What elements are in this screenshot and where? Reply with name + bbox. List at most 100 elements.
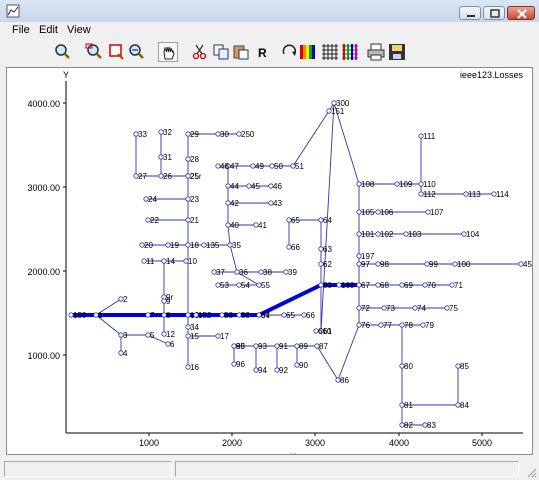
bus-label: 26 [163,172,172,181]
bus-label: 67 [361,281,370,290]
bus-label: 71 [454,281,463,290]
copy-button[interactable] [211,42,231,62]
title-bar [0,0,539,23]
bus-label: 66 [306,311,315,320]
bus-label: 17 [220,332,229,341]
x-tick-label: 3000 [305,438,325,448]
bus-label: 53 [220,281,229,290]
bus-label: 69 [404,281,413,290]
color-bars-icon [300,45,315,59]
bus-label: 14 [166,257,175,266]
bus-label: 63 [323,245,332,254]
maximize-button[interactable] [483,6,505,20]
color-bars-button[interactable] [298,42,318,62]
bus-label: 50 [274,162,283,171]
bus-label: 62 [323,260,332,269]
bus-label: 64 [323,216,332,225]
tick-marks [63,102,483,436]
bus-label: 109 [399,180,413,189]
bus-label: 6 [170,340,175,349]
bus-label: 107 [430,208,444,217]
feeder-line [292,110,330,167]
cut-icon [192,44,207,60]
bus-label: 93 [258,342,267,351]
y-tick-label: 4000.00 [27,99,60,109]
bus-label: 47 [230,162,239,171]
bus-label: 75 [449,304,458,313]
pan-button[interactable] [158,42,178,62]
bus-label: 11 [146,257,155,266]
bus-label: 96 [236,360,245,369]
bus-label: 450 [523,260,533,269]
bus-label: 16 [190,363,199,372]
zoom-area-button[interactable] [84,42,104,62]
palette-button[interactable] [340,42,360,62]
print-button[interactable] [366,42,386,62]
circuit-plot[interactable]: Y X ieee123.Losses 4000.00 3000.00 2000.… [7,68,533,455]
bus-label: 22 [150,216,159,225]
x-tick-label: 2000 [222,438,242,448]
bus-label: 66 [291,243,300,252]
bus-label: 103 [408,230,422,239]
bus-label: 54 [241,281,250,290]
bus-label: 81 [404,401,413,410]
close-button[interactable] [507,6,535,20]
zoom-in-button[interactable] [52,42,72,62]
bus-label: 59 [241,311,250,320]
plot-title: ieee123.Losses [460,70,524,80]
bus-label: 48 [220,162,229,171]
menu-edit[interactable]: Edit [39,24,58,36]
bus-label: 24 [148,195,157,204]
bus-label: 150 [73,311,87,320]
zoom-out-button[interactable] [126,42,146,62]
plot-canvas[interactable]: Y X ieee123.Losses 4000.00 3000.00 2000.… [6,67,533,455]
bus-label: 38 [263,268,272,277]
bus-label: 111 [423,132,436,141]
bus-label: 105 [361,208,375,217]
bus-label: 68 [380,281,389,290]
cut-button[interactable] [190,42,210,62]
grid-button[interactable] [320,42,340,62]
pan-hand-icon [163,46,175,60]
bus-label: 97 [361,260,370,269]
zoom-select-button[interactable] [106,42,126,62]
bus-label: 99 [429,260,438,269]
bus-label: 3 [123,331,128,340]
toolbar: R [0,40,539,66]
bus-label: 73 [386,304,395,313]
resize-grip-icon[interactable] [525,466,537,478]
bus-label: 113 [468,190,481,199]
bus-label: 90 [299,361,308,370]
bus-label: 91 [279,342,288,351]
x-tick-label: 5000 [472,438,492,448]
bus-label: 77 [383,321,392,330]
bus-label: 65 [291,216,300,225]
bus-label: 98 [380,260,389,269]
feeder-line [337,324,360,381]
loss-path-line [71,283,359,317]
bus-label: 197 [361,252,375,261]
bus-nodes: 15012345678129r9141011131523415161718192… [68,99,533,430]
x-tick-label: 4000 [389,438,409,448]
bus-label: 27 [138,172,147,181]
bus-label: 46 [273,182,282,191]
menu-file[interactable]: File [12,24,30,36]
reset-button[interactable]: R [252,42,272,62]
minimize-button[interactable] [459,6,481,20]
status-pane-left [4,461,172,477]
bus-label: 49 [255,162,264,171]
bus-label: 102 [380,230,394,239]
bus-label: 101 [361,230,375,239]
bus-label: 25 [190,172,199,181]
bus-label: 89 [299,342,308,351]
bus-label: 8 [166,311,171,320]
save-button[interactable] [387,42,407,62]
paste-button[interactable] [231,42,251,62]
bus-label: 12 [166,330,175,339]
menu-view[interactable]: View [67,24,91,36]
rotate-button[interactable] [280,42,300,62]
bus-label: 72 [361,304,370,313]
bus-label: 135 [206,241,220,250]
bus-label: 42 [230,199,239,208]
grid-icon [322,44,338,60]
